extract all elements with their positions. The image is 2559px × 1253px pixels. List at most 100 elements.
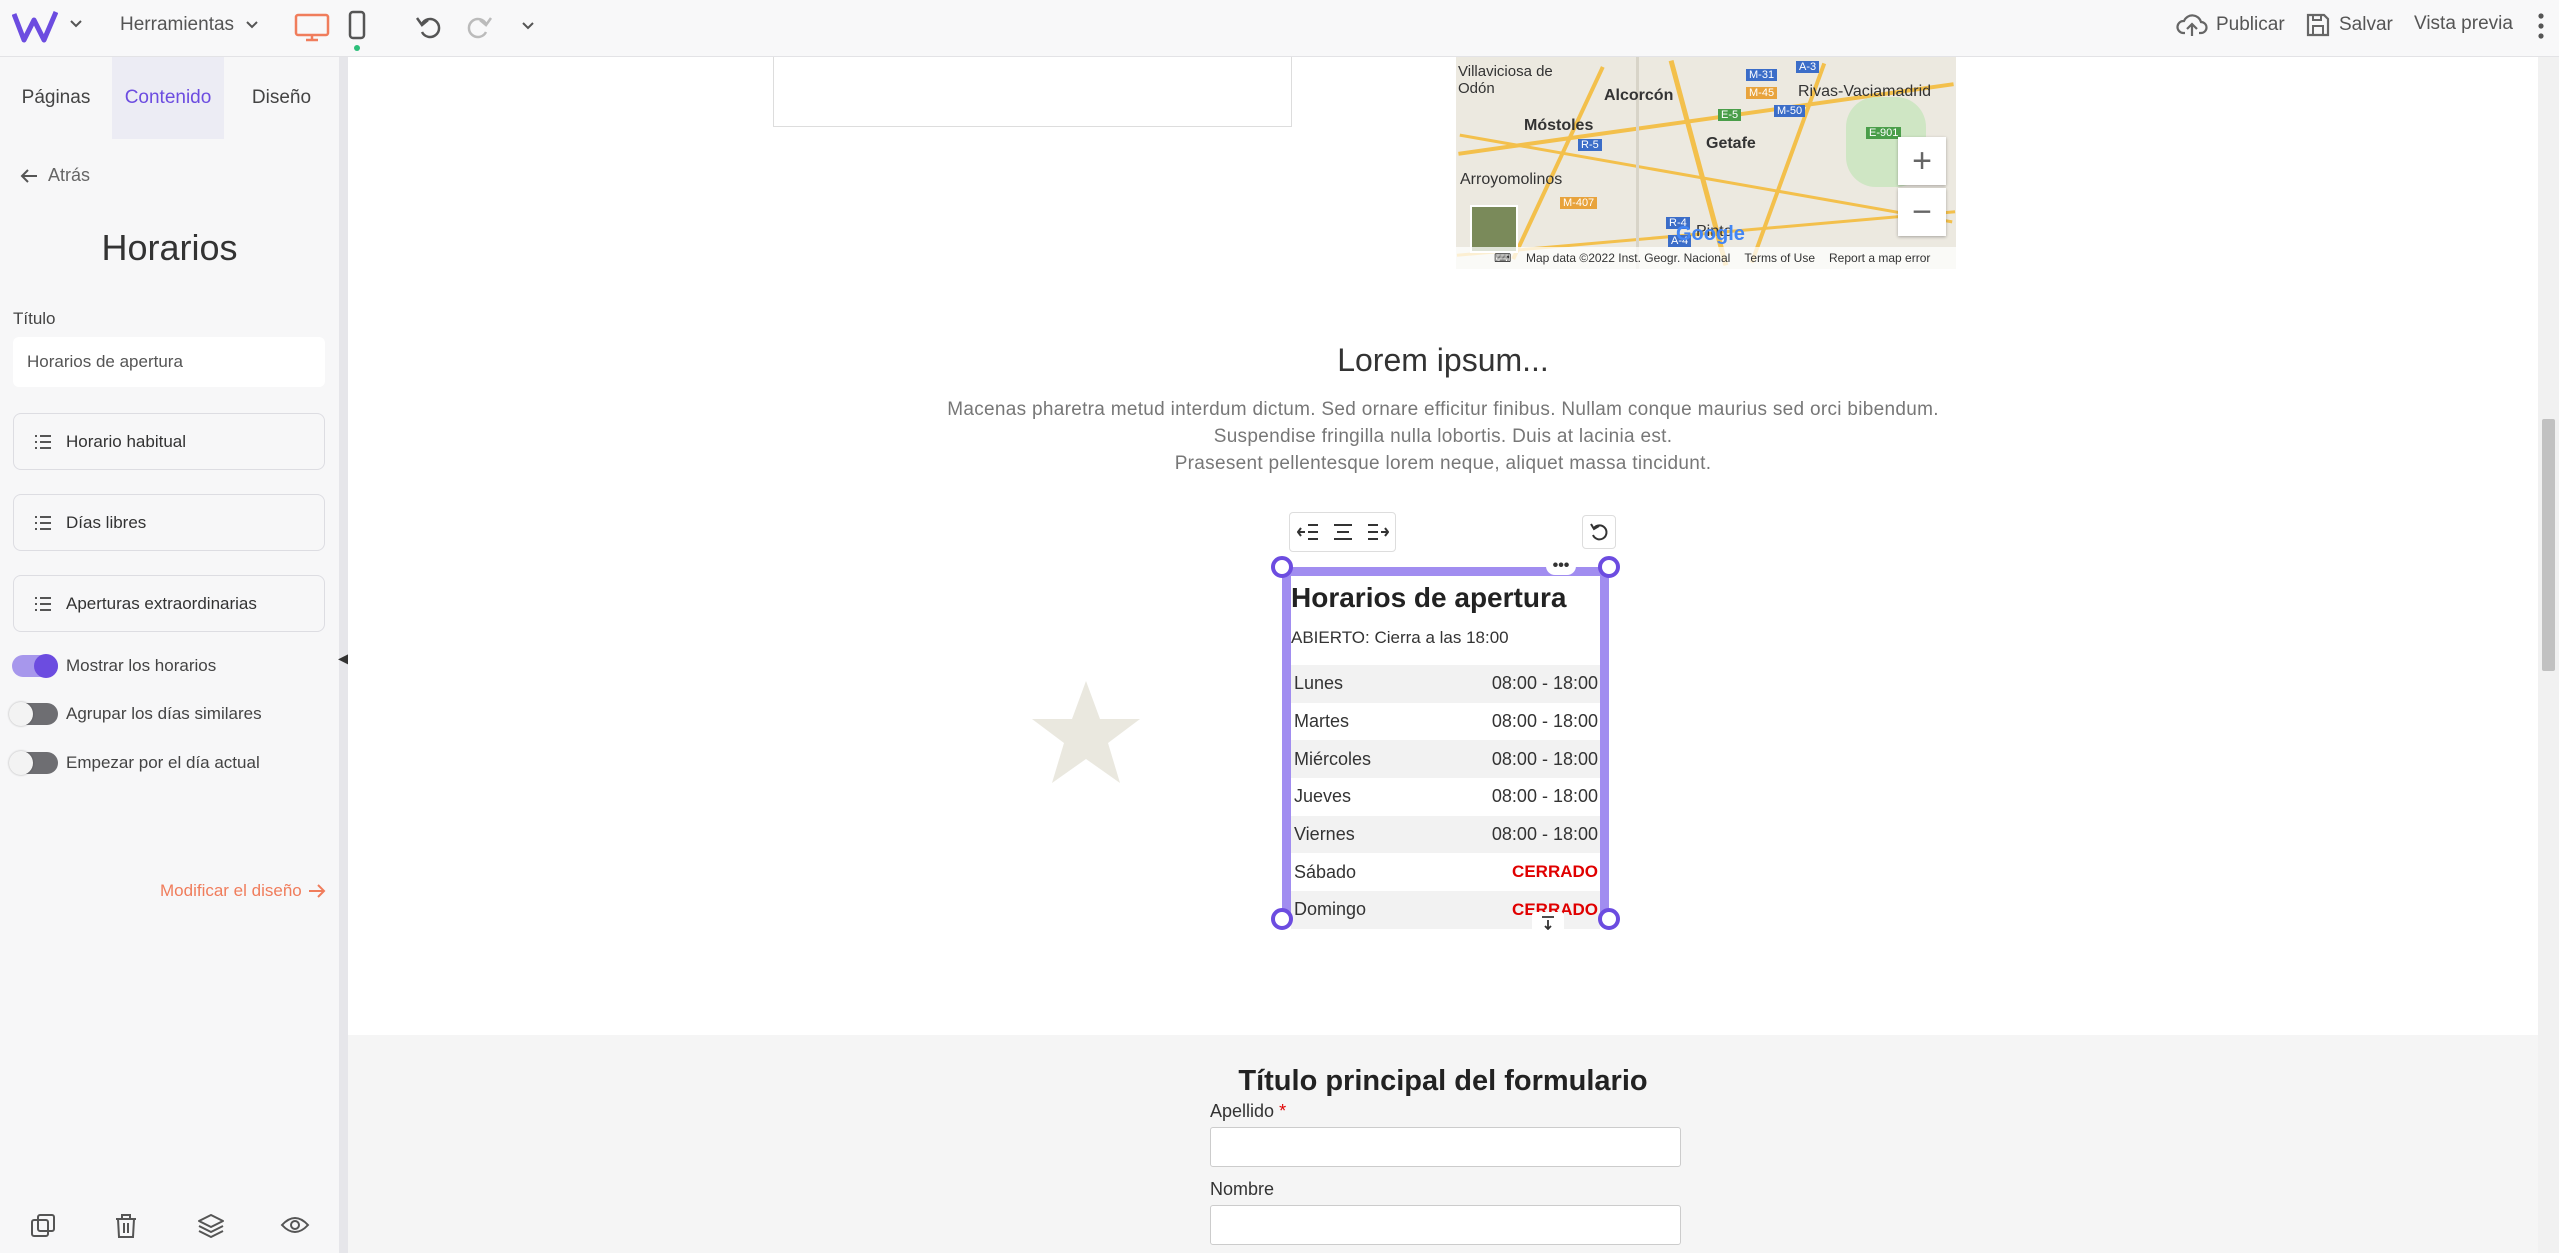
list-item-days-off[interactable]: Días libres — [13, 494, 325, 551]
chevron-down-icon — [522, 22, 534, 30]
list-item-label: Aperturas extraordinarias — [66, 593, 257, 613]
name-label: Nombre — [1210, 1179, 1274, 1200]
day-label: Martes — [1294, 711, 1350, 732]
tab-content[interactable]: Contenido — [112, 57, 224, 139]
toggle-group-days[interactable]: Agrupar los días similares — [9, 702, 262, 726]
more-options-button[interactable] — [2536, 10, 2546, 42]
required-mark: * — [1279, 1101, 1287, 1121]
star-icon — [1032, 681, 1140, 783]
scrollbar-thumb[interactable] — [2542, 419, 2555, 671]
paragraph-line: Suspendise fringilla nulla lobortis. Dui… — [1213, 426, 1673, 447]
panel-title: Horarios — [101, 227, 238, 268]
desktop-view-button[interactable] — [294, 12, 330, 42]
plus-icon: + — [1912, 141, 1932, 180]
zoom-out-button[interactable]: − — [1898, 188, 1946, 236]
undo-button[interactable] — [414, 12, 444, 42]
redo-icon — [467, 17, 493, 39]
list-item-regular-hours[interactable]: Horario habitual — [13, 413, 325, 470]
hours-value: 08:00 - 18:00 — [1491, 711, 1598, 732]
zoom-in-button[interactable]: + — [1898, 137, 1946, 185]
preview-button[interactable]: Vista previa — [2414, 13, 2513, 35]
map-label: Rivas-Vaciamadrid — [1798, 83, 1932, 100]
resize-handle-bottom-left[interactable] — [1271, 908, 1293, 930]
opening-hours-widget[interactable]: Horarios de apertura ABIERTO: Cierra a l… — [1282, 567, 1609, 929]
tab-content-label: Contenido — [124, 87, 212, 108]
redo-button[interactable] — [464, 12, 494, 42]
page-canvas: Villaviciosa de Odón Alcorcón Móstoles G… — [348, 57, 2538, 1253]
visibility-button[interactable] — [280, 1213, 310, 1242]
align-center-icon[interactable] — [1332, 523, 1354, 541]
day-label: Miércoles — [1294, 748, 1372, 769]
toggle-switch[interactable] — [9, 702, 58, 726]
save-button[interactable]: Salvar — [2305, 12, 2393, 38]
mobile-view-button[interactable] — [348, 10, 366, 52]
toggle-start-today[interactable]: Empezar por el día actual — [9, 751, 260, 775]
paragraph-line: Macenas pharetra metud interdum dictum. … — [947, 399, 1939, 420]
resize-handle-top-left[interactable] — [1271, 556, 1293, 578]
align-right-icon[interactable] — [1367, 523, 1389, 541]
map-label: Alcorcón — [1604, 87, 1674, 104]
day-label: Lunes — [1294, 673, 1344, 694]
layers-button[interactable] — [197, 1213, 225, 1244]
duplicate-button[interactable] — [30, 1213, 56, 1244]
road-label: E-5 — [1718, 109, 1742, 121]
toggle-label: Mostrar los horarios — [66, 656, 217, 675]
back-button[interactable]: Atrás — [20, 165, 90, 186]
tools-menu-label: Herramientas — [120, 14, 235, 35]
day-label: Sábado — [1294, 861, 1357, 882]
arrow-right-icon — [308, 884, 326, 898]
hours-row: Martes 08:00 - 18:00 — [1291, 703, 1600, 741]
tab-pages-label: Páginas — [21, 87, 91, 108]
widget-more-button[interactable]: ••• — [1546, 557, 1576, 575]
list-icon — [35, 596, 51, 611]
scrollbar[interactable] — [2538, 57, 2559, 1253]
webnode-logo[interactable] — [12, 10, 58, 44]
map-label: Móstoles — [1524, 117, 1594, 134]
section-heading: Lorem ipsum... — [1337, 342, 1549, 378]
toggle-switch[interactable] — [9, 751, 58, 775]
paragraph-line: Prasesent pellentesque lorem neque, aliq… — [1174, 453, 1712, 474]
report-link[interactable]: Report a map error — [1829, 251, 1930, 265]
hours-value: 08:00 - 18:00 — [1491, 748, 1598, 769]
keyboard-icon[interactable]: ⌨ — [1494, 251, 1511, 265]
terms-link[interactable]: Terms of Use — [1744, 251, 1815, 265]
move-down-button[interactable] — [1532, 912, 1564, 932]
form-title: Título principal del formulario — [1238, 1065, 1648, 1097]
title-field-input[interactable]: Horarios de apertura — [13, 337, 325, 387]
reset-button[interactable] — [1582, 515, 1616, 549]
tab-pages[interactable]: Páginas — [0, 57, 112, 139]
modify-design-link[interactable]: Modificar el diseño — [160, 881, 326, 901]
delete-button[interactable] — [114, 1213, 138, 1244]
closed-label: CERRADO — [1512, 862, 1598, 882]
surname-input[interactable] — [1210, 1127, 1681, 1167]
hours-row: Sábado CERRADO — [1291, 853, 1600, 891]
toggle-label: Agrupar los días similares — [66, 704, 262, 723]
road-label: M-407 — [1560, 197, 1598, 209]
align-left-icon[interactable] — [1296, 523, 1319, 541]
list-item-label: Horario habitual — [66, 431, 187, 451]
name-input[interactable] — [1210, 1205, 1681, 1245]
publish-label: Publicar — [2216, 14, 2285, 35]
hours-title: Horarios de apertura — [1291, 582, 1567, 613]
surname-label: Apellido * — [1210, 1101, 1286, 1122]
map-widget[interactable]: Villaviciosa de Odón Alcorcón Móstoles G… — [1456, 57, 1956, 269]
logo-menu-chevron-icon[interactable] — [68, 16, 84, 32]
road-label: A-3 — [1796, 61, 1820, 73]
publish-button[interactable]: Publicar — [2176, 12, 2285, 38]
history-menu-button[interactable] — [520, 18, 536, 34]
eye-icon — [280, 1217, 310, 1233]
resize-handle-bottom-right[interactable] — [1598, 908, 1620, 930]
tools-menu[interactable]: Herramientas — [120, 14, 260, 36]
satellite-toggle[interactable] — [1470, 205, 1518, 253]
day-label: Viernes — [1294, 824, 1355, 845]
floppy-disk-icon — [2306, 13, 2330, 37]
list-item-label: Días libres — [66, 512, 147, 532]
resize-handle-top-right[interactable] — [1598, 556, 1620, 578]
tab-design[interactable]: Diseño — [224, 57, 339, 139]
list-item-extra-openings[interactable]: Aperturas extraordinarias — [13, 575, 325, 632]
back-label: Atrás — [48, 165, 91, 185]
preview-label: Vista previa — [2414, 13, 2513, 34]
save-label: Salvar — [2339, 14, 2393, 35]
toggle-switch[interactable] — [12, 654, 58, 678]
toggle-show-hours[interactable]: Mostrar los horarios — [12, 654, 217, 678]
